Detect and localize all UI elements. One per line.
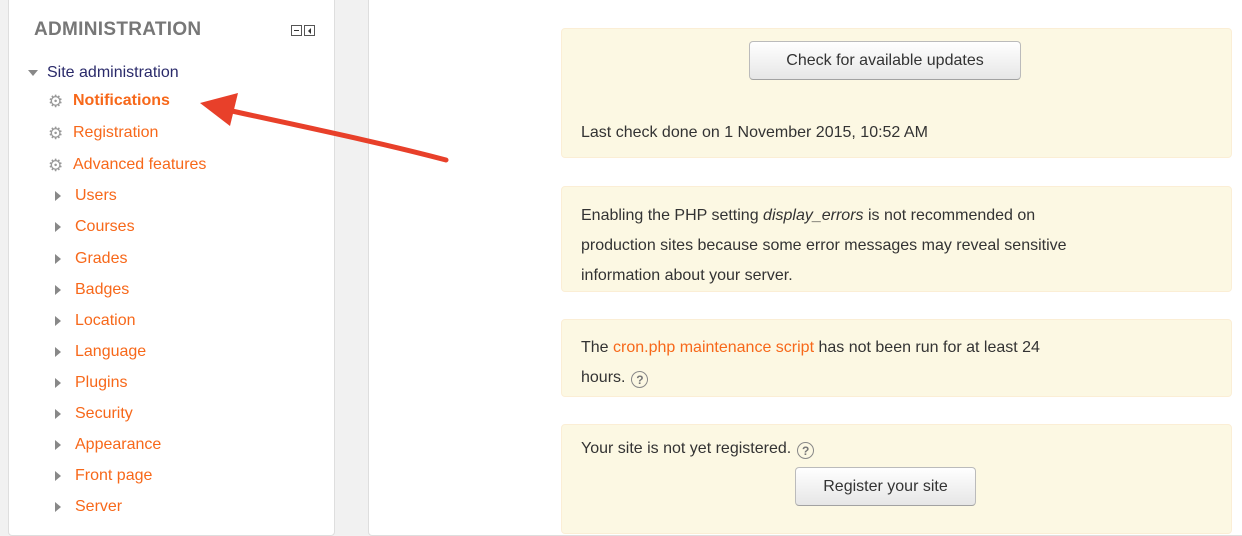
collapsed-arrow-icon — [55, 378, 61, 388]
sidebar-item-courses[interactable]: Courses — [52, 218, 135, 236]
collapsed-arrow-icon — [55, 285, 61, 295]
cron-line-2: hours.? — [581, 363, 1212, 393]
last-check-text: Last check done on 1 November 2015, 10:5… — [581, 124, 928, 141]
sidebar-item-badges[interactable]: Badges — [52, 281, 129, 299]
expanded-arrow-icon — [28, 70, 38, 76]
cron-line-1: The cron.php maintenance script has not … — [581, 339, 1040, 356]
collapsed-arrow-icon — [55, 471, 61, 481]
block-controls — [291, 25, 315, 36]
sidebar-item-label: Language — [75, 343, 147, 360]
cron-script-link[interactable]: cron.php maintenance script — [613, 339, 814, 356]
tree-root-site-administration[interactable]: Site administration — [28, 60, 179, 86]
sidebar-item-label: Registration — [73, 124, 159, 141]
collapsed-arrow-icon — [55, 502, 61, 512]
block-title: ADMINISTRATION — [34, 19, 202, 40]
display-errors-line-2: production sites because some error mess… — [581, 237, 1067, 254]
gear-icon: ⚙ — [48, 91, 64, 111]
gear-icon: ⚙ — [48, 155, 64, 175]
collapsed-arrow-icon — [55, 191, 61, 201]
dock-block-icon[interactable] — [304, 25, 315, 36]
tree-root-label: Site administration — [47, 64, 179, 81]
display-errors-notice: Enabling the PHP setting display_errors … — [561, 186, 1232, 292]
display-errors-line-1: Enabling the PHP setting display_errors … — [581, 207, 1036, 224]
sidebar-item-language[interactable]: Language — [52, 343, 146, 361]
sidebar-item-appearance[interactable]: Appearance — [52, 436, 161, 454]
sidebar-item-advanced-features[interactable]: ⚙ Advanced features — [48, 156, 206, 174]
sidebar-item-server[interactable]: Server — [52, 498, 122, 516]
check-updates-button[interactable]: Check for available updates — [749, 41, 1021, 80]
sidebar-item-label: Server — [75, 498, 123, 515]
sidebar-item-label: Location — [75, 312, 136, 329]
sidebar-item-users[interactable]: Users — [52, 187, 117, 205]
sidebar-item-location[interactable]: Location — [52, 312, 136, 330]
registration-line: Your site is not yet registered.? — [581, 434, 1212, 464]
sidebar-item-front-page[interactable]: Front page — [52, 467, 152, 485]
sidebar-item-label: Badges — [75, 281, 130, 298]
sidebar-item-label: Grades — [75, 250, 128, 267]
sidebar-item-label: Advanced features — [73, 156, 207, 173]
display-errors-line-3: information about your server. — [581, 267, 793, 284]
collapsed-arrow-icon — [55, 222, 61, 232]
sidebar-item-label: Security — [75, 405, 133, 422]
collapsed-arrow-icon — [55, 409, 61, 419]
display-errors-setting: display_errors — [763, 207, 864, 224]
sidebar-item-grades[interactable]: Grades — [52, 250, 127, 268]
collapse-block-icon[interactable] — [291, 25, 302, 36]
collapsed-arrow-icon — [55, 347, 61, 357]
sidebar-item-security[interactable]: Security — [52, 405, 133, 423]
sidebar-item-label: Users — [75, 187, 117, 204]
collapsed-arrow-icon — [55, 316, 61, 326]
sidebar-item-label: Courses — [75, 218, 135, 235]
sidebar-item-label: Front page — [75, 467, 153, 484]
sidebar-item-label: Plugins — [75, 374, 128, 391]
sidebar-item-notifications[interactable]: ⚙ Notifications — [48, 92, 170, 110]
cron-notice: The cron.php maintenance script has not … — [561, 319, 1232, 397]
help-icon[interactable]: ? — [797, 442, 815, 459]
collapsed-arrow-icon — [55, 440, 61, 450]
gear-icon: ⚙ — [48, 123, 64, 143]
register-site-button[interactable]: Register your site — [795, 467, 976, 506]
sidebar-item-label: Notifications — [73, 92, 170, 109]
collapsed-arrow-icon — [55, 254, 61, 264]
sidebar-item-registration[interactable]: ⚙ Registration — [48, 124, 158, 142]
sidebar-item-plugins[interactable]: Plugins — [52, 374, 127, 392]
help-icon[interactable]: ? — [631, 371, 649, 388]
sidebar-item-label: Appearance — [75, 436, 162, 453]
